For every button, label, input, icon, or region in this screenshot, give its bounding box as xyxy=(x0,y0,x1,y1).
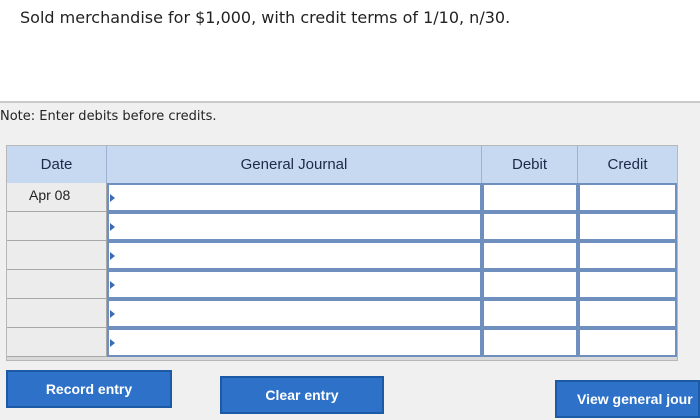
credit-header: Credit xyxy=(578,146,677,183)
dropdown-arrow-icon xyxy=(110,339,115,347)
dropdown-arrow-icon xyxy=(110,194,115,202)
account-input[interactable] xyxy=(107,212,482,241)
table-row xyxy=(7,212,677,241)
account-input[interactable] xyxy=(107,270,482,299)
table-row xyxy=(7,328,677,357)
credit-input[interactable] xyxy=(578,241,677,270)
transaction-text: Sold merchandise for $1,000, with credit… xyxy=(20,8,511,27)
debit-input[interactable] xyxy=(482,270,578,299)
clear-entry-button[interactable]: Clear entry xyxy=(220,376,384,414)
credit-input[interactable] xyxy=(578,299,677,328)
table-row xyxy=(7,299,677,328)
date-header: Date xyxy=(7,146,107,183)
date-cell xyxy=(7,241,107,270)
account-input[interactable] xyxy=(107,241,482,270)
view-general-journal-button[interactable]: View general jour xyxy=(555,380,700,418)
record-entry-button[interactable]: Record entry xyxy=(6,370,172,408)
note-text: Note: Enter debits before credits. xyxy=(0,109,217,124)
dropdown-arrow-icon xyxy=(110,310,115,318)
debit-input[interactable] xyxy=(482,299,578,328)
credit-input[interactable] xyxy=(578,212,677,241)
date-cell xyxy=(7,299,107,328)
table-row xyxy=(7,241,677,270)
question-panel: Sold merchandise for $1,000, with credit… xyxy=(0,0,700,101)
debit-input[interactable] xyxy=(482,183,578,212)
journal-table: Date General Journal Debit Credit Apr 08 xyxy=(6,145,678,361)
debit-input[interactable] xyxy=(482,328,578,357)
debit-input[interactable] xyxy=(482,241,578,270)
table-row: Apr 08 xyxy=(7,183,677,212)
table-row xyxy=(7,270,677,299)
account-header: General Journal xyxy=(107,146,482,183)
debit-header: Debit xyxy=(482,146,578,183)
dropdown-arrow-icon xyxy=(110,252,115,260)
account-input[interactable] xyxy=(107,183,482,212)
account-input[interactable] xyxy=(107,299,482,328)
date-cell xyxy=(7,212,107,241)
credit-input[interactable] xyxy=(578,328,677,357)
date-cell xyxy=(7,328,107,357)
dropdown-arrow-icon xyxy=(110,281,115,289)
date-cell: Apr 08 xyxy=(7,183,107,212)
date-cell xyxy=(7,270,107,299)
credit-input[interactable] xyxy=(578,183,677,212)
credit-input[interactable] xyxy=(578,270,677,299)
dropdown-arrow-icon xyxy=(110,223,115,231)
account-input[interactable] xyxy=(107,328,482,357)
debit-input[interactable] xyxy=(482,212,578,241)
